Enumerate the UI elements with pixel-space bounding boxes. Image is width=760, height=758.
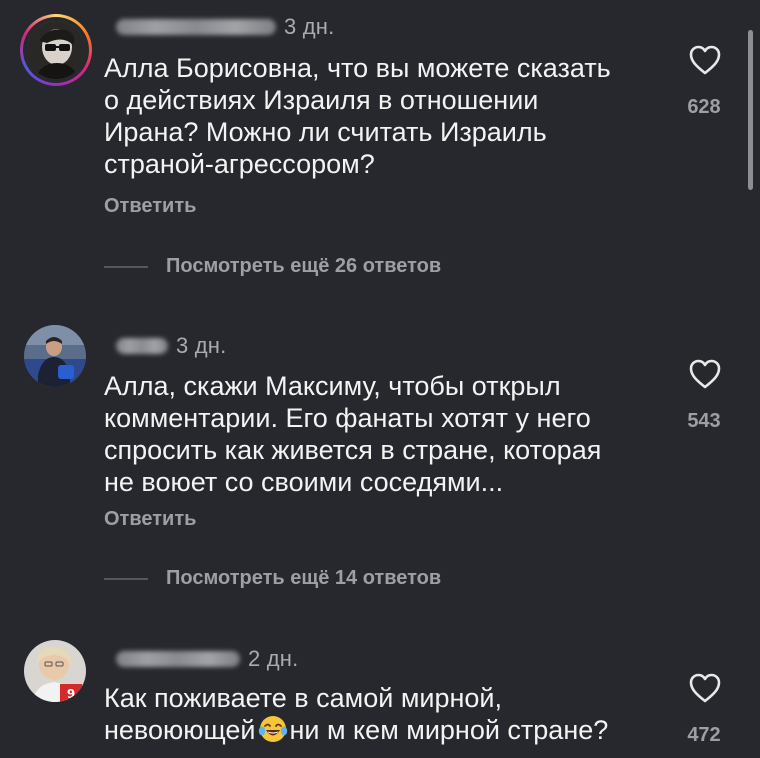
comment-meta: 3 дн.	[116, 14, 334, 40]
username[interactable]	[116, 338, 168, 354]
profile-avatar-icon	[24, 325, 86, 387]
svg-text:9: 9	[67, 687, 75, 701]
divider-line	[104, 577, 148, 580]
heart-outline-icon[interactable]	[688, 358, 722, 390]
heart-outline-icon[interactable]	[688, 44, 722, 76]
scrollbar[interactable]	[748, 30, 753, 190]
view-more-replies-button[interactable]: Посмотреть ещё 26 ответов	[104, 255, 441, 278]
comment-text-line: Как поживаете в самой мирной,	[104, 683, 502, 713]
divider-line	[104, 265, 148, 268]
comments-screen: 3 дн. Алла Борисовна, что вы можете сказ…	[0, 0, 760, 758]
comment-meta: 2 дн.	[116, 646, 298, 672]
comment-text-fragment: невоюющей	[104, 715, 256, 745]
username[interactable]	[116, 19, 276, 35]
comment-time: 2 дн.	[248, 646, 299, 671]
like-count: 543	[687, 410, 721, 432]
view-more-replies-label: Посмотреть ещё 26 ответов	[166, 255, 442, 277]
comment-text-fragment: ни м кем мирной стране?	[289, 715, 609, 745]
comment-text: Как поживаете в самой мирной, невоюющей …	[104, 682, 664, 746]
like-count: 472	[687, 724, 721, 746]
reply-button[interactable]: Ответить	[104, 508, 196, 531]
avatar[interactable]	[24, 325, 86, 387]
view-more-replies-label: Посмотреть ещё 14 ответов	[166, 567, 442, 589]
like-count: 628	[687, 96, 721, 118]
profile-avatar-icon	[27, 21, 85, 79]
comment-time: 3 дн.	[176, 333, 227, 358]
comment-text: Алла, скажи Максиму, чтобы открыл коммен…	[104, 371, 602, 497]
username[interactable]	[116, 651, 240, 667]
profile-avatar-icon: 9	[24, 640, 86, 702]
view-more-replies-button[interactable]: Посмотреть ещё 14 ответов	[104, 567, 441, 590]
avatar[interactable]: 9	[24, 640, 86, 702]
reply-button[interactable]: Ответить	[104, 195, 196, 218]
comment-meta: 3 дн.	[116, 333, 226, 359]
laughing-tears-emoji-icon	[258, 716, 287, 742]
comment-text-line: невоюющей ни м кем мирной стране?	[104, 714, 664, 746]
comment-text: Алла Борисовна, что вы можете сказать о …	[104, 53, 611, 179]
heart-outline-icon[interactable]	[688, 672, 722, 704]
avatar[interactable]	[20, 14, 92, 86]
comment-time: 3 дн.	[284, 14, 335, 39]
